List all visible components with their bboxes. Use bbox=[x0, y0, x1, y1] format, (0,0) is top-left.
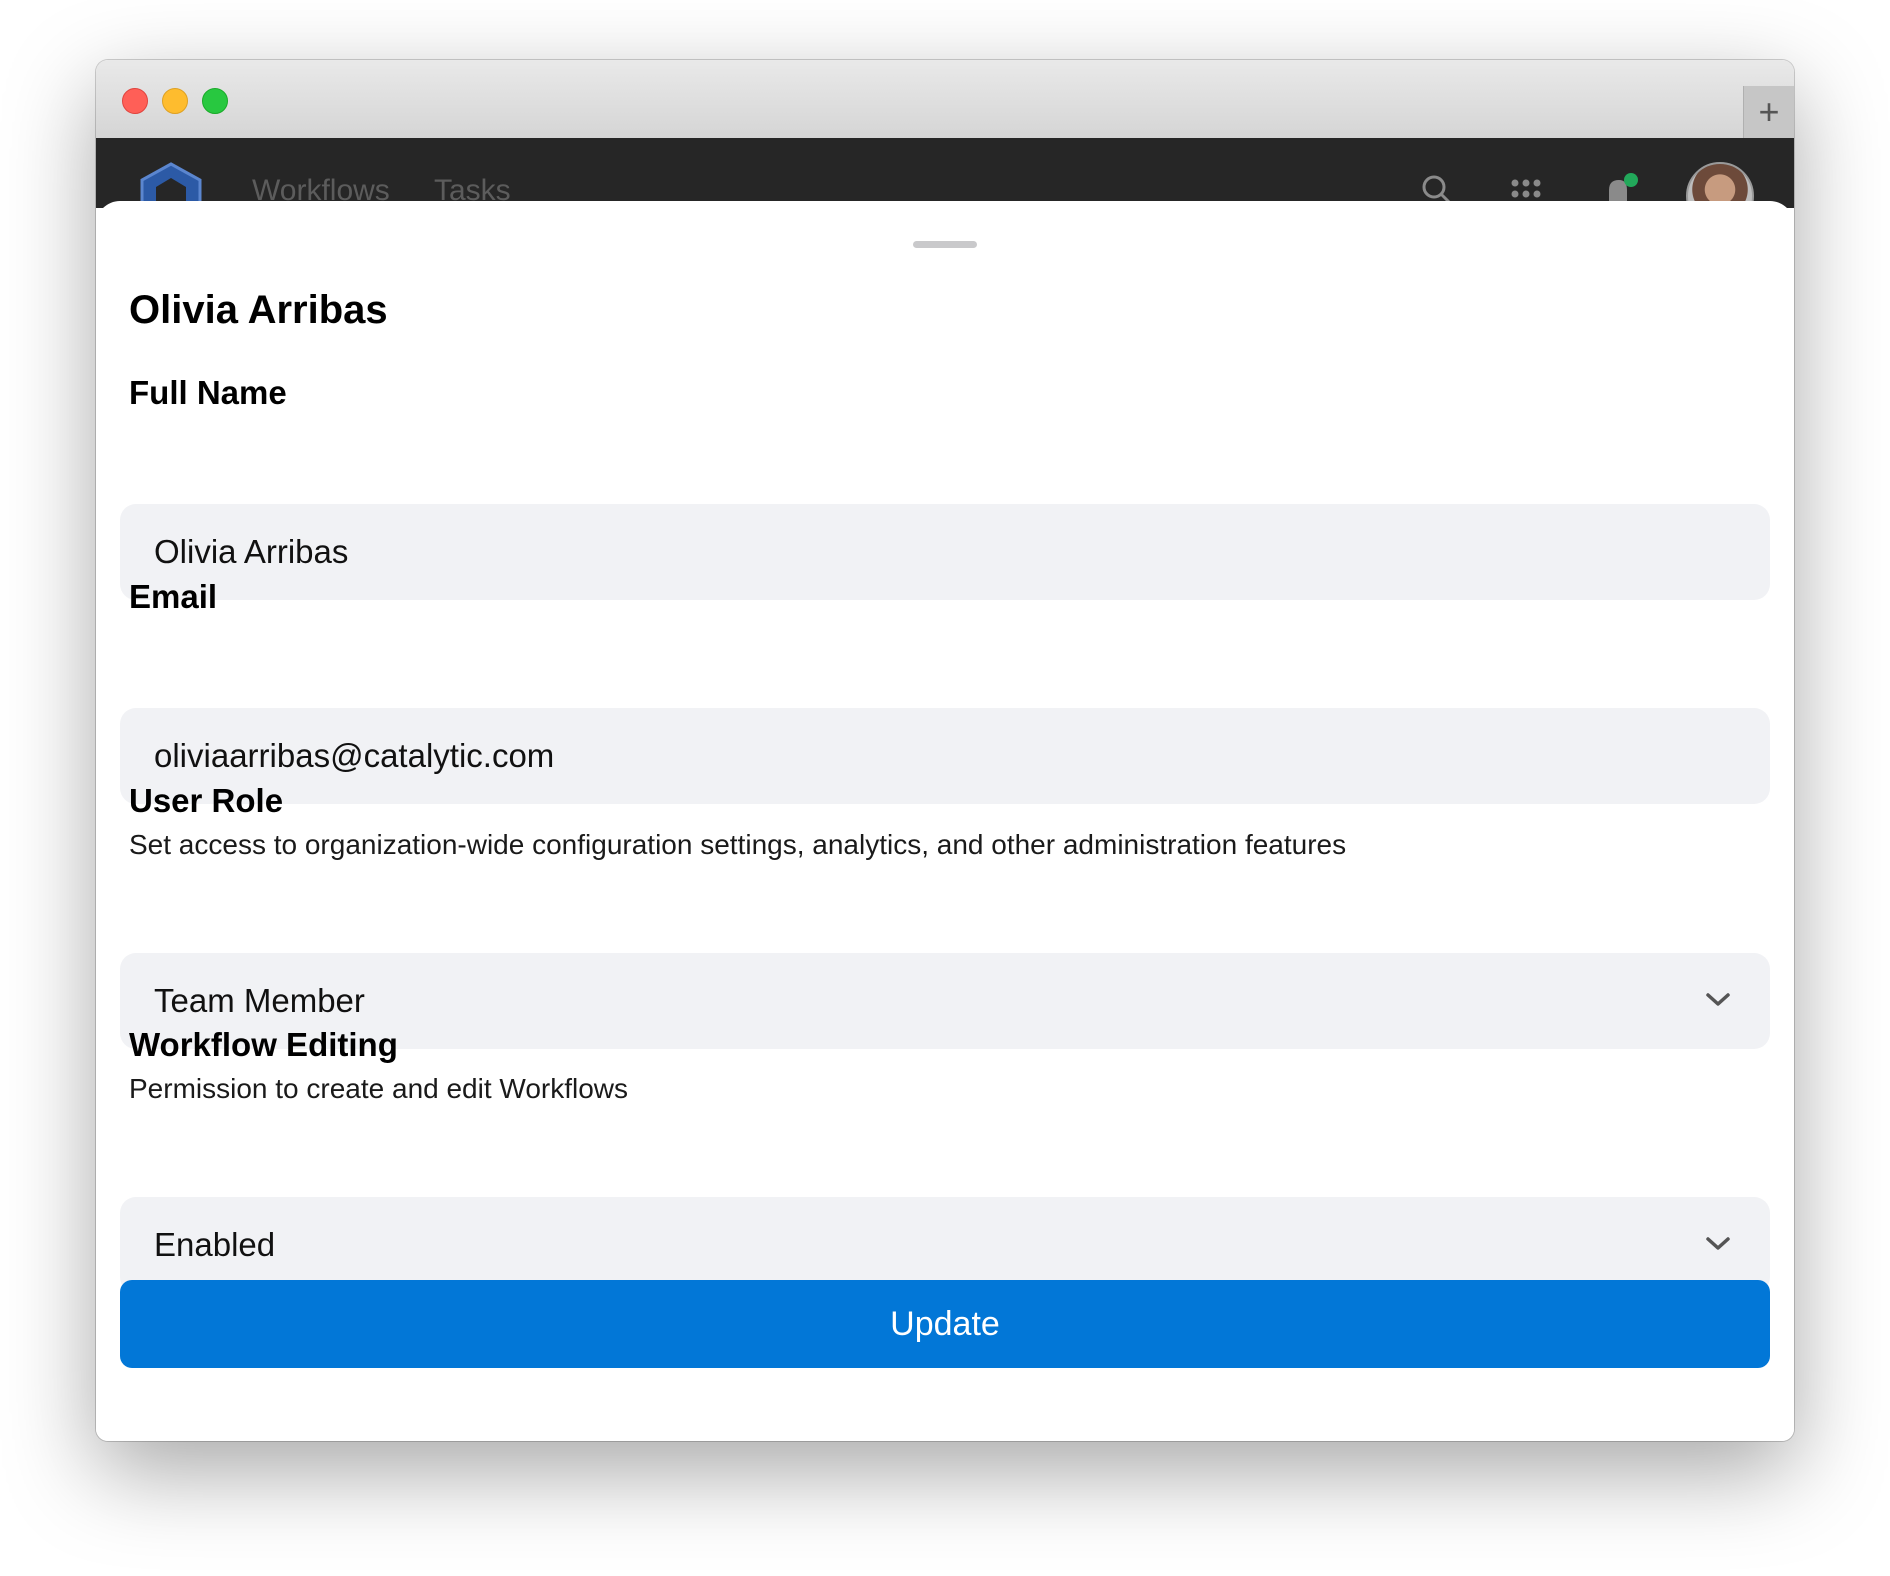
new-tab-button[interactable]: + bbox=[1743, 86, 1794, 138]
app-header: Workflows Tasks bbox=[96, 138, 1794, 230]
email-field-container bbox=[120, 708, 1770, 804]
search-icon[interactable] bbox=[1421, 174, 1451, 204]
browser-window: + Workflows Tasks Olivia Arribas Full Na… bbox=[96, 60, 1794, 1441]
full-name-field-container bbox=[120, 504, 1770, 600]
chevron-down-icon bbox=[1706, 993, 1730, 1006]
workflow-editing-select[interactable]: Enabled bbox=[120, 1197, 1770, 1293]
zoom-window-button[interactable] bbox=[202, 88, 228, 114]
sheet-drag-handle[interactable] bbox=[913, 241, 977, 248]
user-role-description: Set access to organization-wide configur… bbox=[129, 829, 1347, 860]
full-name-label: Full Name bbox=[129, 374, 287, 411]
full-name-field[interactable] bbox=[120, 504, 1770, 600]
chevron-down-icon bbox=[1706, 1237, 1730, 1250]
workflow-editing-value: Enabled bbox=[154, 1226, 276, 1263]
workflow-editing-label: Workflow Editing bbox=[129, 1026, 398, 1063]
edit-user-sheet: Olivia Arribas Full Name Email User Role… bbox=[96, 201, 1794, 1441]
workflow-editing-description: Permission to create and edit Workflows bbox=[129, 1073, 629, 1104]
email-label: Email bbox=[129, 578, 218, 615]
minimize-window-button[interactable] bbox=[162, 88, 188, 114]
close-window-button[interactable] bbox=[122, 88, 148, 114]
update-button[interactable]: Update bbox=[120, 1280, 1770, 1368]
window-titlebar: + bbox=[96, 60, 1794, 139]
email-field[interactable] bbox=[120, 708, 1770, 804]
user-role-label: User Role bbox=[129, 782, 284, 819]
sheet-title: Olivia Arribas bbox=[129, 288, 388, 332]
plus-icon: + bbox=[1758, 91, 1780, 132]
